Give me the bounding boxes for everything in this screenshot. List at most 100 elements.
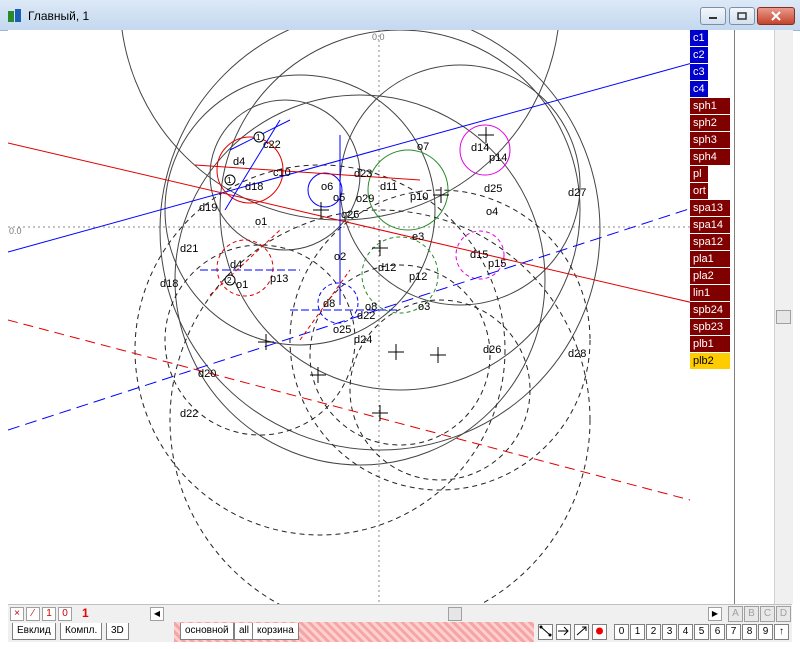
label: d14 [471, 142, 489, 154]
layer-item-c4[interactable]: c4 [690, 81, 708, 97]
layer-item-spb23[interactable]: spb23 [690, 319, 730, 335]
letter-button-c[interactable]: C [760, 606, 775, 622]
one-button[interactable]: 1 [42, 607, 56, 621]
up-button[interactable]: ↑ [774, 624, 789, 640]
layer-tab-trash[interactable]: корзина [252, 623, 299, 640]
minimize-button[interactable] [700, 7, 726, 25]
num-button-8[interactable]: 8 [742, 624, 757, 640]
axis-y-label: 0.0 [372, 32, 385, 42]
diagonal-arrow-icon [576, 626, 587, 636]
layer-item-c1[interactable]: c1 [690, 30, 708, 46]
arrow-right-icon [558, 626, 569, 636]
red-dot-icon [596, 627, 603, 635]
label: o2 [334, 251, 346, 263]
layer-item-plb1[interactable]: plb1 [690, 336, 730, 352]
toolbar-bottom-2: Евклид Компл. 3D основной all корзина 0 … [8, 622, 792, 642]
layer-item-sph4[interactable]: sph4 [690, 149, 730, 165]
point-label-1: 1 [256, 133, 261, 142]
close-button[interactable] [757, 7, 795, 25]
label: d8 [323, 298, 335, 310]
app-icon [8, 9, 21, 22]
close-icon [771, 11, 781, 21]
vertical-scrollbar[interactable] [774, 30, 793, 604]
tab-complex[interactable]: Компл. [60, 623, 103, 640]
layer-item-pla1[interactable]: pla1 [690, 251, 730, 267]
layer-item-pla2[interactable]: pla2 [690, 268, 730, 284]
path-tool-button[interactable] [538, 624, 553, 640]
zero-button[interactable]: 0 [58, 607, 72, 621]
maximize-button[interactable] [729, 7, 755, 25]
label: d18 [245, 181, 263, 193]
letter-button-b[interactable]: B [744, 606, 759, 622]
label: d18 [160, 278, 178, 290]
num-button-0[interactable]: 0 [614, 624, 629, 640]
label: p15 [488, 258, 506, 270]
point-label-1b: 1 [227, 176, 232, 185]
horizontal-scrollbar[interactable]: ◀ ▶ [148, 605, 724, 623]
label: p14 [489, 152, 507, 164]
drawing-canvas[interactable]: 0.0 0.0 1 1 2 c22 d4 d18 c10 o6 d23 d11 … [8, 30, 690, 604]
label: o1 [255, 216, 267, 228]
layer-item-sph1[interactable]: sph1 [690, 98, 730, 114]
num-button-3[interactable]: 3 [662, 624, 677, 640]
label: d12 [378, 262, 396, 274]
layer-tab-all[interactable]: all [234, 623, 255, 640]
tab-euclid[interactable]: Евклид [12, 623, 56, 640]
label: o8 [365, 301, 377, 313]
diagonal-tool-button[interactable] [574, 624, 589, 640]
label: d19 [199, 202, 217, 214]
layer-item-sph3[interactable]: sph3 [690, 132, 730, 148]
label: o26 [341, 209, 359, 221]
layer-item-c3[interactable]: c3 [690, 64, 708, 80]
label: d27 [568, 187, 586, 199]
tab-3d[interactable]: 3D [106, 623, 129, 640]
layer-item-pl[interactable]: pl [690, 166, 708, 182]
label: d15 [470, 249, 488, 261]
letter-button-d[interactable]: D [776, 606, 791, 622]
label: p12 [409, 271, 427, 283]
geometry-drawing[interactable]: 0.0 0.0 1 1 2 c22 d4 d18 c10 o6 d23 d11 … [8, 30, 690, 604]
layer-item-c2[interactable]: c2 [690, 47, 708, 63]
step-value: 1 [82, 606, 89, 620]
axis-x-label: 0.0 [9, 226, 22, 236]
label: d11 [380, 181, 398, 193]
layer-item-sph2[interactable]: sph2 [690, 115, 730, 131]
label: o4 [486, 206, 498, 218]
num-button-4[interactable]: 4 [678, 624, 693, 640]
label: o7 [417, 141, 429, 153]
arrow-tool-button[interactable] [556, 624, 571, 640]
label: o3 [418, 301, 430, 313]
label: c22 [263, 139, 281, 151]
num-button-1[interactable]: 1 [630, 624, 645, 640]
num-button-2[interactable]: 2 [646, 624, 661, 640]
layer-item-plb2[interactable]: plb2 [690, 353, 730, 369]
minimize-icon [709, 17, 717, 19]
num-button-5[interactable]: 5 [694, 624, 709, 640]
layer-item-spa14[interactable]: spa14 [690, 217, 730, 233]
horizontal-scroll-thumb[interactable] [448, 607, 462, 621]
num-button-6[interactable]: 6 [710, 624, 725, 640]
layer-tab-main[interactable]: основной [180, 623, 234, 640]
num-button-7[interactable]: 7 [726, 624, 741, 640]
point-tool-button[interactable] [592, 624, 607, 640]
label: o6 [321, 181, 333, 193]
label: c10 [273, 167, 291, 179]
scroll-right-icon[interactable]: ▶ [708, 607, 722, 621]
label: d21 [180, 243, 198, 255]
num-button-9[interactable]: 9 [758, 624, 773, 640]
label: d25 [484, 183, 502, 195]
clear-button[interactable]: × [10, 607, 24, 621]
layer-item-spa12[interactable]: spa12 [690, 234, 730, 250]
layer-item-ort[interactable]: ort [690, 183, 708, 199]
letter-button-a[interactable]: A [728, 606, 743, 622]
vertical-scroll-thumb[interactable] [776, 310, 791, 324]
layer-item-spb24[interactable]: spb24 [690, 302, 730, 318]
label: d24 [354, 334, 372, 346]
line-mode-button[interactable]: ⁄ [26, 607, 40, 621]
label: d28 [568, 348, 586, 360]
label: p10 [410, 191, 428, 203]
scroll-left-icon[interactable]: ◀ [150, 607, 164, 621]
layer-item-spa13[interactable]: spa13 [690, 200, 730, 216]
label: o25 [333, 324, 351, 336]
layer-item-lin1[interactable]: lin1 [690, 285, 730, 301]
